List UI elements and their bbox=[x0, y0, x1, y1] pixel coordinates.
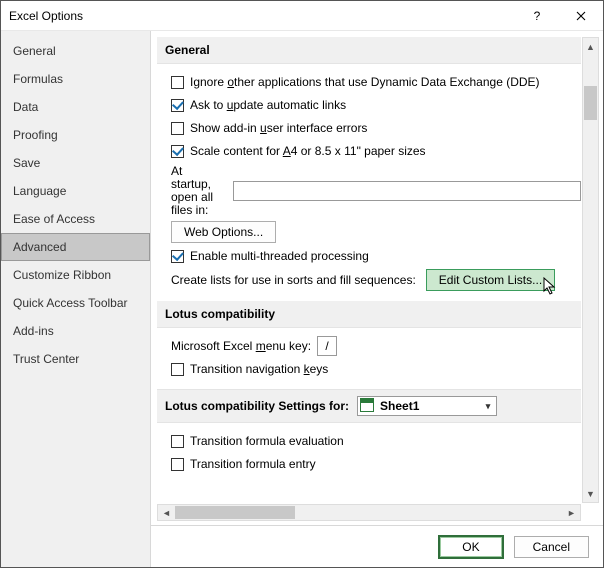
sidebar-item-language[interactable]: Language bbox=[1, 177, 150, 205]
checkbox-ask-update-links[interactable]: Ask to update automatic links bbox=[171, 95, 581, 115]
excel-options-dialog: Excel Options ? General Formulas Data Pr… bbox=[0, 0, 604, 568]
web-options-button[interactable]: Web Options... bbox=[171, 221, 276, 243]
edit-custom-lists-button[interactable]: Edit Custom Lists... bbox=[426, 269, 555, 291]
sidebar-item-general[interactable]: General bbox=[1, 37, 150, 65]
sidebar-item-quick-access-toolbar[interactable]: Quick Access Toolbar bbox=[1, 289, 150, 317]
menu-key-input[interactable] bbox=[317, 336, 337, 356]
checkbox-icon bbox=[171, 145, 184, 158]
vertical-scrollbar[interactable]: ▲ ▼ bbox=[582, 37, 599, 503]
section-header-lotus: Lotus compatibility bbox=[157, 301, 581, 328]
scroll-right-icon[interactable]: ► bbox=[563, 505, 580, 520]
category-sidebar: General Formulas Data Proofing Save Lang… bbox=[1, 31, 151, 567]
scroll-down-icon[interactable]: ▼ bbox=[583, 485, 598, 502]
lotus-sheet-dropdown[interactable]: Sheet1 ▾ bbox=[357, 396, 497, 416]
checkbox-label: Transition navigation keys bbox=[190, 362, 328, 376]
create-lists-label: Create lists for use in sorts and fill s… bbox=[171, 273, 416, 287]
dialog-body: General Formulas Data Proofing Save Lang… bbox=[1, 31, 603, 567]
help-button[interactable]: ? bbox=[515, 1, 559, 31]
checkbox-label: Enable multi-threaded processing bbox=[190, 249, 369, 263]
checkbox-icon bbox=[171, 435, 184, 448]
dialog-footer: OK Cancel bbox=[151, 525, 603, 567]
checkbox-show-addin-errors[interactable]: Show add-in user interface errors bbox=[171, 118, 581, 138]
cancel-button[interactable]: Cancel bbox=[514, 536, 589, 558]
checkbox-label: Show add-in user interface errors bbox=[190, 121, 367, 135]
checkbox-ignore-dde[interactable]: Ignore other applications that use Dynam… bbox=[171, 72, 581, 92]
checkbox-icon bbox=[171, 250, 184, 263]
scroll-up-icon[interactable]: ▲ bbox=[583, 38, 598, 55]
options-scroll-area: General Ignore other applications that u… bbox=[157, 37, 581, 503]
sidebar-item-trust-center[interactable]: Trust Center bbox=[1, 345, 150, 373]
sidebar-item-add-ins[interactable]: Add-ins bbox=[1, 317, 150, 345]
sidebar-item-save[interactable]: Save bbox=[1, 149, 150, 177]
checkbox-label: Ignore other applications that use Dynam… bbox=[190, 75, 540, 89]
ok-button[interactable]: OK bbox=[438, 535, 503, 559]
section-header-general: General bbox=[157, 37, 581, 64]
checkbox-label: Transition formula evaluation bbox=[190, 434, 344, 448]
main-panel: General Ignore other applications that u… bbox=[151, 31, 603, 567]
checkbox-label: Ask to update automatic links bbox=[190, 98, 346, 112]
dropdown-value: Sheet1 bbox=[378, 399, 480, 413]
checkbox-icon bbox=[171, 99, 184, 112]
window-title: Excel Options bbox=[1, 9, 515, 23]
horizontal-scrollbar[interactable]: ◄ ► bbox=[157, 504, 581, 521]
checkbox-icon bbox=[171, 122, 184, 135]
checkbox-label: Scale content for A4 or 8.5 x 11" paper … bbox=[190, 144, 426, 158]
scroll-thumb[interactable] bbox=[584, 86, 597, 120]
checkbox-icon bbox=[171, 363, 184, 376]
checkbox-transition-formula-eval[interactable]: Transition formula evaluation bbox=[171, 431, 581, 451]
close-button[interactable] bbox=[559, 1, 603, 31]
sidebar-item-customize-ribbon[interactable]: Customize Ribbon bbox=[1, 261, 150, 289]
checkbox-label: Transition formula entry bbox=[190, 457, 316, 471]
menu-key-label: Microsoft Excel menu key: bbox=[171, 339, 311, 353]
sidebar-item-ease-of-access[interactable]: Ease of Access bbox=[1, 205, 150, 233]
sidebar-item-formulas[interactable]: Formulas bbox=[1, 65, 150, 93]
lotus-for-label: Lotus compatibility Settings for: bbox=[165, 399, 349, 413]
checkbox-enable-multithreaded[interactable]: Enable multi-threaded processing bbox=[171, 246, 581, 266]
checkbox-scale-a4[interactable]: Scale content for A4 or 8.5 x 11" paper … bbox=[171, 141, 581, 161]
sheet-icon bbox=[360, 398, 376, 414]
scroll-thumb[interactable] bbox=[175, 506, 295, 519]
sidebar-item-data[interactable]: Data bbox=[1, 93, 150, 121]
startup-open-files-label: At startup, open all files in: bbox=[171, 165, 225, 217]
close-icon bbox=[576, 11, 586, 21]
startup-open-files-input[interactable] bbox=[233, 181, 581, 201]
sidebar-item-proofing[interactable]: Proofing bbox=[1, 121, 150, 149]
scroll-left-icon[interactable]: ◄ bbox=[158, 506, 175, 521]
chevron-down-icon: ▾ bbox=[480, 397, 496, 415]
sidebar-item-advanced[interactable]: Advanced bbox=[1, 233, 150, 261]
checkbox-transition-formula-entry[interactable]: Transition formula entry bbox=[171, 454, 581, 474]
checkbox-icon bbox=[171, 76, 184, 89]
titlebar: Excel Options ? bbox=[1, 1, 603, 31]
checkbox-transition-nav-keys[interactable]: Transition navigation keys bbox=[171, 359, 581, 379]
checkbox-icon bbox=[171, 458, 184, 471]
section-header-lotus-for: Lotus compatibility Settings for: Sheet1… bbox=[157, 389, 581, 423]
